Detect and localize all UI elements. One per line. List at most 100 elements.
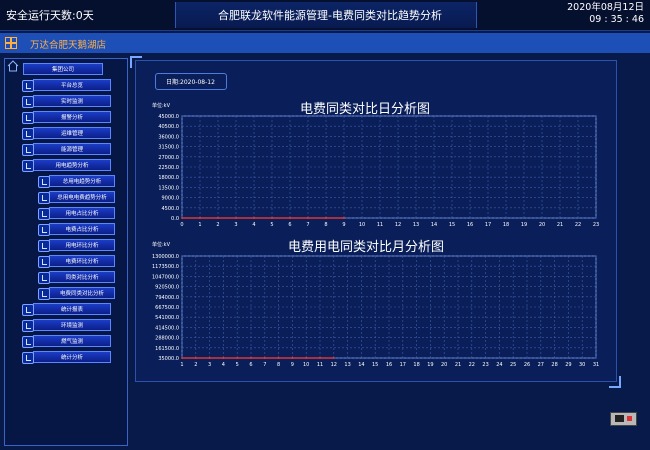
y-tick-label: 1047000.0: [152, 274, 179, 280]
x-tick-label: 19: [427, 362, 433, 368]
sidebar-subitem[interactable]: 电费环比分析: [38, 255, 115, 268]
data-point: [307, 217, 309, 219]
x-tick-label: 12: [395, 222, 401, 228]
document-icon: [38, 192, 50, 204]
x-tick-label: 15: [449, 222, 455, 228]
sidebar-item-stats[interactable]: 统计分析: [22, 351, 111, 364]
sidebar-item-label: 电费占比分析: [65, 227, 99, 233]
y-tick-label: 667500.0: [155, 305, 179, 311]
x-tick-label: 6: [288, 222, 291, 228]
safe-days-label: 安全运行天数:0天: [6, 9, 94, 22]
sidebar-item-label: 用电环比分析: [65, 243, 99, 249]
data-point: [319, 357, 321, 359]
sidebar-subitem[interactable]: 同类对比分析: [38, 271, 115, 284]
x-tick-label: 8: [324, 222, 327, 228]
y-tick-label: 0.0: [171, 216, 179, 222]
x-tick-label: 17: [400, 362, 406, 368]
data-point: [291, 357, 294, 359]
tray-icon: [615, 415, 624, 422]
y-tick-label: 288000.0: [155, 336, 179, 342]
sidebar-item-trend[interactable]: 用电趋势分析: [22, 159, 111, 172]
x-tick-label: 23: [482, 362, 488, 368]
data-point: [277, 357, 280, 359]
x-tick-label: 4: [222, 362, 225, 368]
data-point: [271, 217, 273, 219]
x-tick-label: 31: [593, 362, 599, 368]
data-point: [199, 217, 201, 219]
sidebar-item-ops[interactable]: 运维管理: [22, 127, 111, 140]
sidebar-subitem[interactable]: 总用电电费趋势分析: [38, 191, 115, 204]
top-bar: 安全运行天数:0天 合肥联龙软件能源管理-电费同类对比趋势分析 2020年08月…: [0, 0, 650, 31]
y-tick-label: 541000.0: [155, 315, 179, 321]
x-tick-label: 2: [216, 222, 219, 228]
x-tick-label: 13: [344, 362, 350, 368]
y-tick-label: 1173500.0: [152, 264, 179, 270]
location-title: 万达合肥天鹅湖店: [30, 40, 107, 51]
sidebar-item-label: 平台总览: [60, 83, 83, 89]
home-icon[interactable]: [7, 60, 19, 72]
y-tick-label: 794000.0: [155, 295, 179, 301]
sidebar-subitem[interactable]: 用电占比分析: [38, 207, 115, 220]
daily-chart: 45000.040500.036000.031500.027000.022500…: [158, 114, 599, 228]
folder-icon: [22, 336, 34, 348]
x-tick-label: 28: [551, 362, 557, 368]
sidebar-item-label: 燃气监测: [60, 339, 83, 345]
sidebar-root[interactable]: 集团公司: [23, 63, 103, 75]
x-tick-label: 26: [524, 362, 530, 368]
x-tick-label: 22: [469, 362, 475, 368]
x-tick-label: 30: [579, 362, 585, 368]
sidebar-item-alarm[interactable]: 报警分析: [22, 111, 111, 124]
x-tick-label: 18: [503, 222, 509, 228]
folder-icon: [22, 352, 34, 364]
x-tick-label: 9: [291, 362, 294, 368]
date-filter-box[interactable]: 日期:2020-08-12: [155, 73, 227, 90]
plot-frame: [181, 255, 597, 359]
sidebar-item-label: 用电趋势分析: [55, 163, 89, 169]
x-tick-label: 7: [263, 362, 266, 368]
monthly-chart: 1300000.0 1173500.0 1047000.0 920500.0 79400…: [152, 254, 599, 368]
sidebar-item-reports[interactable]: 统计报表: [22, 303, 111, 316]
sidebar-item-label: 统计报表: [60, 307, 83, 313]
x-tick-label: 3: [208, 362, 211, 368]
sidebar-subitem[interactable]: 总用电趋势分析: [38, 175, 115, 188]
document-icon: [38, 224, 50, 236]
sidebar-item-label: 总用电电费趋势分析: [57, 195, 107, 201]
sidebar-subitem[interactable]: 用电环比分析: [38, 239, 115, 252]
data-point: [208, 357, 211, 359]
sidebar-subitem-active[interactable]: 电费同类对比分析: [38, 287, 115, 300]
x-tick-label: 9: [342, 222, 345, 228]
folder-icon: [22, 320, 34, 332]
sidebar-item-realtime[interactable]: 实时监测: [22, 95, 111, 108]
x-tick-label: 13: [413, 222, 419, 228]
sidebar-item-energy[interactable]: 能源管理: [22, 143, 111, 156]
x-tick-label: 16: [386, 362, 392, 368]
page-title: 合肥联龙软件能源管理-电费同类对比趋势分析: [218, 9, 442, 22]
x-tick-label: 20: [441, 362, 447, 368]
sidebar-item-label: 能源管理: [60, 147, 83, 153]
folder-icon: [22, 144, 34, 156]
x-tick-label: 4: [252, 222, 255, 228]
sidebar-item-platform[interactable]: 平台总览: [22, 79, 111, 92]
sidebar-item-environment[interactable]: 环境监测: [22, 319, 111, 332]
document-icon: [38, 256, 50, 268]
sidebar: 集团公司 平台总览 实时监测 报警分析 运维管理 能源管理 用电趋势分析 总用电…: [4, 58, 128, 446]
y-tick-label: 13500.0: [158, 185, 179, 191]
data-point: [305, 357, 308, 359]
x-tick-label: 18: [413, 362, 419, 368]
sidebar-item-label: 环境监测: [60, 323, 83, 329]
y-tick-label: 22500.0: [158, 165, 179, 171]
sidebar-item-label: 实时监测: [60, 99, 83, 105]
tray-widget[interactable]: [610, 412, 637, 426]
sidebar-item-label: 用电占比分析: [65, 211, 99, 217]
document-icon: [38, 176, 50, 188]
data-point: [332, 357, 335, 359]
x-tick-label: 2: [194, 362, 197, 368]
chart-unit-daily: 单位:kV: [152, 103, 171, 109]
chart-unit-monthly: 单位:kV: [152, 242, 171, 248]
sidebar-item-gas[interactable]: 燃气监测: [22, 335, 111, 348]
x-tick-label: 10: [303, 362, 309, 368]
sidebar-subitem[interactable]: 电费占比分析: [38, 223, 115, 236]
grid-icon[interactable]: [5, 37, 17, 49]
folder-icon: [22, 304, 34, 316]
document-icon: [38, 208, 50, 220]
